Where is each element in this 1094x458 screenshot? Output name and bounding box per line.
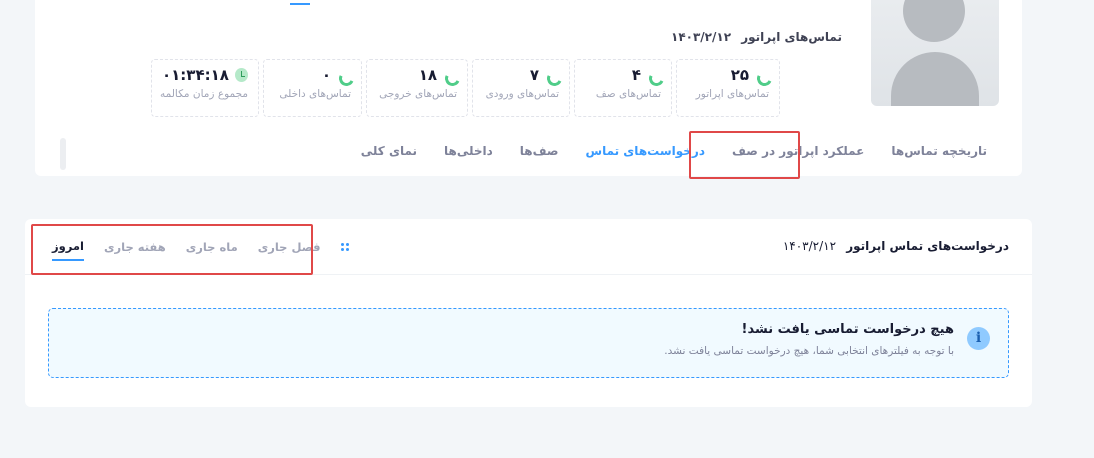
card-title-label: درخواست‌های تماس اپراتور [846, 239, 1009, 253]
highlight-box-periods [31, 224, 313, 275]
top-link-underline [290, 3, 310, 5]
tab-call-requests[interactable]: درخواست‌های تماس [586, 144, 705, 158]
phone-icon [647, 68, 661, 82]
notice-title: هیچ درخواست تماسی یافت نشد! [741, 322, 954, 337]
tab-queues[interactable]: صف‌ها [520, 144, 559, 158]
info-icon: i [967, 327, 990, 350]
stat-incoming-calls: ۷ تماس‌های ورودی [472, 59, 570, 117]
stat-value: ۷ [529, 66, 539, 84]
stats-row: ۲۵ تماس‌های اپراتور ۴ تماس‌های صف ۷ تماس… [151, 59, 780, 117]
operator-subtitle-label: تماس‌های اپراتور [741, 30, 842, 44]
clock-icon [234, 68, 248, 82]
tab-extensions[interactable]: داخلی‌ها [444, 144, 493, 158]
stat-value: ۱۸ [418, 66, 437, 84]
stat-label: تماس‌های ورودی [485, 88, 559, 100]
card-title-date: ۱۴۰۳/۲/۱۲ [782, 239, 837, 253]
tab-call-history[interactable]: تاریخچه تماس‌ها [891, 144, 987, 158]
stat-total-talk-time: ۰۱:۳۴:۱۸ مجموع زمان مکالمه [151, 59, 259, 117]
stat-internal-calls: ۰ تماس‌های داخلی [263, 59, 362, 117]
stat-value: ۰۱:۳۴:۱۸ [162, 66, 229, 84]
stat-label: تماس‌های اپراتور [695, 88, 769, 100]
operator-subtitle-date: ۱۴۰۳/۲/۱۲ [671, 30, 732, 44]
profile-tabs: نمای کلی داخلی‌ها صف‌ها درخواست‌های تماس… [361, 144, 987, 158]
stat-outgoing-calls: ۱۸ تماس‌های خروجی [366, 59, 468, 117]
notice-text: با توجه به فیلترهای انتخابی شما، هیچ درخ… [664, 345, 954, 357]
phone-incoming-icon [545, 68, 559, 82]
card-title: درخواست‌های تماس اپراتور ۱۴۰۳/۲/۱۲ [783, 239, 1009, 253]
stat-label: تماس‌های صف [595, 88, 661, 100]
phone-outgoing-icon [443, 68, 457, 82]
highlight-box-tabs [689, 131, 800, 179]
stat-label: مجموع زمان مکالمه [160, 88, 248, 100]
avatar-body-shape [891, 52, 979, 106]
custom-range-icon[interactable] [340, 243, 349, 251]
stat-value: ۴ [631, 66, 641, 84]
stat-label: تماس‌های داخلی [279, 88, 351, 100]
avatar [871, 0, 999, 106]
phone-icon [337, 68, 351, 82]
tabs-scroll-handle[interactable] [60, 138, 66, 170]
avatar-head-shape [903, 0, 965, 42]
empty-state-notice: i هیچ درخواست تماسی یافت نشد! با توجه به… [48, 308, 1009, 378]
operator-subtitle: تماس‌های اپراتور ۱۴۰۳/۲/۱۲ [671, 30, 842, 44]
tab-overview[interactable]: نمای کلی [361, 144, 417, 158]
phone-icon [755, 68, 769, 82]
stat-operator-calls: ۲۵ تماس‌های اپراتور [676, 59, 780, 117]
stat-label: تماس‌های خروجی [379, 88, 457, 100]
stat-value: ۲۵ [730, 66, 749, 84]
stat-queue-calls: ۴ تماس‌های صف [574, 59, 672, 117]
stat-value: ۰ [321, 66, 331, 84]
